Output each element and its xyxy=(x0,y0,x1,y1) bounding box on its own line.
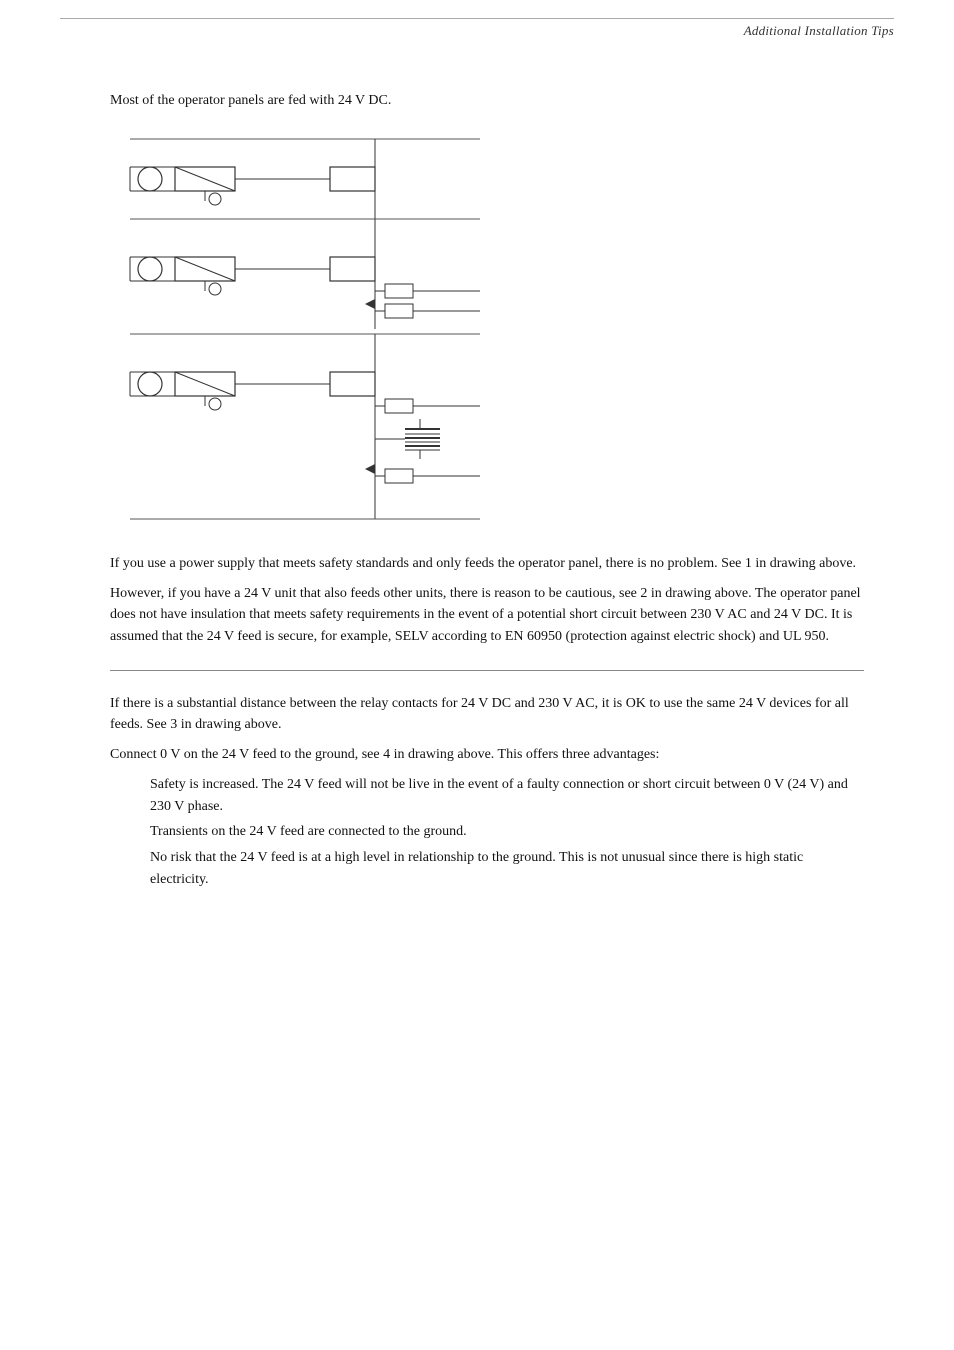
intro-paragraph: Most of the operator panels are fed with… xyxy=(110,90,864,111)
paragraph-2: However, if you have a 24 V unit that al… xyxy=(110,583,864,648)
section2-para1: If there is a substantial distance betwe… xyxy=(110,693,864,736)
main-content: Most of the operator panels are fed with… xyxy=(110,90,864,894)
header-title: Additional Installation Tips xyxy=(744,23,894,39)
section-2: If there is a substantial distance betwe… xyxy=(110,693,864,891)
paragraph-1: If you use a power supply that meets saf… xyxy=(110,553,864,575)
section2-bullet1: Safety is increased. The 24 V feed will … xyxy=(150,774,864,817)
section2-bullet2: Transients on the 24 V feed are connecte… xyxy=(150,821,864,843)
circuit-svg xyxy=(110,129,530,529)
section2-para2: Connect 0 V on the 24 V feed to the grou… xyxy=(110,744,864,766)
section-divider-1 xyxy=(110,670,864,671)
circuit-diagram-area xyxy=(110,129,864,529)
page: Additional Installation Tips Most of the… xyxy=(0,0,954,1350)
page-header: Additional Installation Tips xyxy=(60,18,894,39)
section2-bullet3: No risk that the 24 V feed is at a high … xyxy=(150,847,864,890)
